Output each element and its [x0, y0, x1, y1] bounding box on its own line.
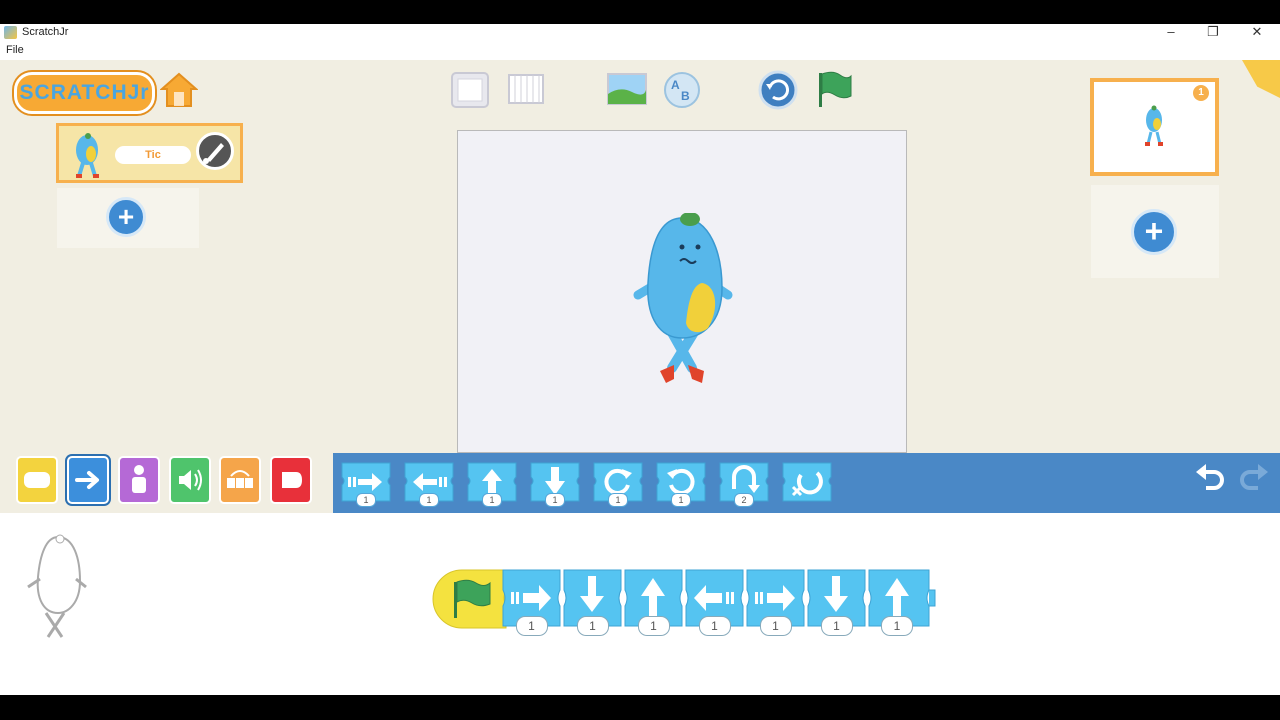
stage[interactable]	[457, 130, 907, 453]
script-move-down-block[interactable]: 1	[562, 568, 623, 636]
block-value[interactable]: 1	[820, 616, 853, 636]
script-move-up-block[interactable]: 1	[623, 568, 684, 636]
move-down-block[interactable]: 1	[529, 459, 581, 507]
tic-character[interactable]	[630, 213, 735, 388]
block-value[interactable]: 1	[482, 493, 502, 507]
text-icon[interactable]: AB	[661, 70, 703, 110]
app-icon	[4, 26, 17, 39]
triggering-category-icon[interactable]	[16, 456, 58, 504]
sprite-thumbnail	[76, 133, 99, 178]
home-icon[interactable]	[159, 72, 199, 108]
close-icon[interactable]: ✕	[1236, 24, 1278, 42]
menubar: File	[0, 42, 1280, 60]
script-move-left-block[interactable]: 1	[684, 568, 745, 636]
window-titlebar: ScratchJr – ❐ ✕	[0, 24, 1280, 42]
paint-editor-icon[interactable]	[196, 132, 234, 170]
undo-icon[interactable]	[1192, 460, 1228, 496]
block-value[interactable]: 2	[734, 493, 754, 507]
script-move-down-block[interactable]: 1	[806, 568, 867, 636]
block-value[interactable]: 1	[881, 616, 913, 636]
block-value[interactable]: 1	[356, 493, 376, 507]
turn-right-block[interactable]: 1	[592, 459, 644, 507]
bottom-letterbox	[0, 695, 1280, 720]
sprite-name-field[interactable]: Tic	[115, 146, 191, 164]
redo-icon[interactable]	[1236, 460, 1272, 496]
block-value[interactable]: 1	[759, 616, 792, 636]
block-value[interactable]: 1	[698, 616, 731, 636]
block-value[interactable]: 1	[515, 616, 548, 636]
minimize-icon[interactable]: –	[1150, 24, 1192, 42]
restore-icon[interactable]: ❐	[1192, 24, 1234, 42]
turn-left-block[interactable]: 1	[655, 459, 707, 507]
window-title: ScratchJr	[22, 26, 69, 38]
page-sprite-thumbnail	[1145, 105, 1163, 146]
block-value[interactable]: 1	[671, 493, 691, 507]
script-move-right-block[interactable]: 1	[501, 568, 562, 636]
reset-characters-icon[interactable]	[757, 70, 799, 110]
block-value[interactable]: 1	[419, 493, 439, 507]
grid-icon[interactable]	[506, 70, 548, 110]
green-flag-icon[interactable]	[813, 70, 855, 110]
add-page-slot: +	[1091, 185, 1219, 278]
fullscreen-icon[interactable]	[449, 70, 491, 110]
block-value[interactable]: 1	[545, 493, 565, 507]
block-value[interactable]: 1	[576, 616, 609, 636]
hop-block[interactable]: 2	[718, 459, 770, 507]
selected-sprite-outline	[27, 534, 87, 638]
end-category-icon[interactable]	[270, 456, 312, 504]
motion-category-icon[interactable]	[67, 456, 109, 504]
page-number-badge: 1	[1193, 85, 1209, 101]
sound-category-icon[interactable]	[169, 456, 211, 504]
sprite-card[interactable]: Tic	[56, 123, 243, 183]
move-up-block[interactable]: 1	[466, 459, 518, 507]
control-category-icon[interactable]	[219, 456, 261, 504]
block-value[interactable]: 1	[637, 616, 670, 636]
move-right-block[interactable]: 1	[340, 459, 392, 507]
add-sprite-slot: +	[57, 188, 199, 248]
add-page-button[interactable]: +	[1131, 209, 1177, 255]
svg-text:B: B	[681, 89, 690, 103]
looks-category-icon[interactable]	[118, 456, 160, 504]
script-move-right-block[interactable]: 1	[745, 568, 806, 636]
add-sprite-button[interactable]: +	[106, 197, 146, 237]
logo-text: SCRATCHJr	[19, 81, 150, 104]
block-value[interactable]: 1	[608, 493, 628, 507]
background-icon[interactable]	[606, 70, 648, 110]
svg-text:A: A	[671, 78, 680, 92]
menu-file[interactable]: File	[6, 44, 24, 56]
page-thumbnail[interactable]: 1	[1090, 78, 1219, 176]
move-left-block[interactable]: 1	[403, 459, 455, 507]
green-flag-trigger-block[interactable]	[432, 568, 508, 630]
go-home-block[interactable]	[781, 459, 833, 505]
script-move-up-block[interactable]: 1	[867, 568, 937, 636]
scratchjr-logo: SCRATCHJr	[14, 72, 155, 114]
